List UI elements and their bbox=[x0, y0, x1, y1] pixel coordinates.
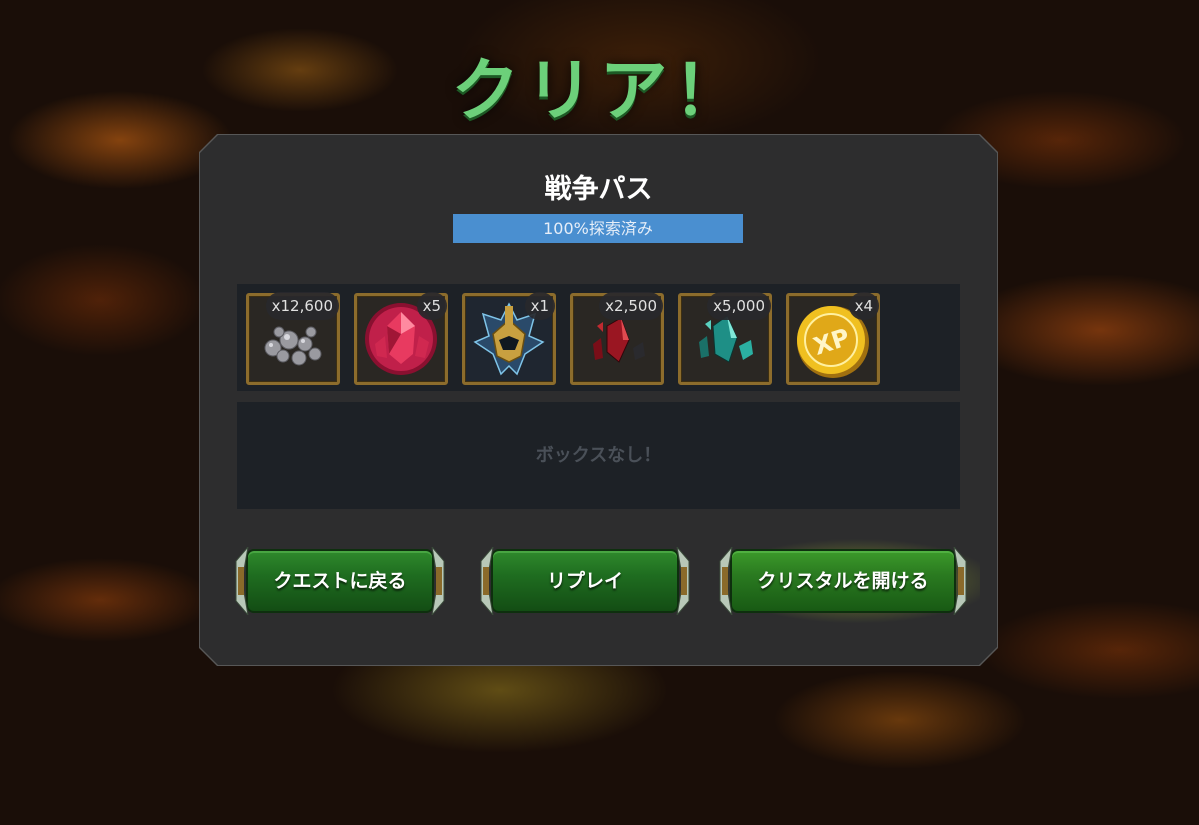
reward-quantity: x5 bbox=[416, 292, 447, 320]
reward-item[interactable]: x5,000 bbox=[678, 292, 772, 385]
button-label: クリスタルを開ける bbox=[757, 570, 929, 592]
reward-item[interactable]: x2,500 bbox=[570, 292, 664, 385]
open-crystal-button[interactable]: クリスタルを開ける bbox=[706, 535, 980, 627]
clear-title: クリア！ bbox=[451, 52, 748, 131]
exploration-progress-bar: 100%探索済み bbox=[453, 214, 743, 243]
replay-button[interactable]: リプレイ bbox=[477, 547, 693, 615]
no-boxes-text: ボックスなし！ bbox=[535, 445, 662, 466]
reward-item[interactable]: XP x4 bbox=[786, 292, 880, 385]
reward-item[interactable]: x5 bbox=[354, 292, 448, 385]
reward-quantity: x4 bbox=[848, 292, 879, 320]
back-to-quest-button[interactable]: クエストに戻る bbox=[232, 547, 448, 615]
reward-item[interactable]: x1 bbox=[462, 292, 556, 385]
results-panel: 戦争パス 100%探索済み x12,600 x5 x1 x2,500 x5,00… bbox=[200, 135, 997, 665]
reward-item[interactable]: x12,600 bbox=[246, 292, 340, 385]
panel-title: 戦争パス bbox=[544, 174, 653, 205]
button-label: リプレイ bbox=[546, 570, 623, 592]
button-label: クエストに戻る bbox=[273, 570, 407, 592]
progress-label: 100%探索済み bbox=[543, 219, 653, 238]
boxes-area: ボックスなし！ bbox=[237, 402, 960, 509]
reward-quantity: x5,000 bbox=[707, 292, 771, 320]
reward-quantity: x2,500 bbox=[599, 292, 663, 320]
reward-quantity: x1 bbox=[524, 292, 555, 320]
reward-quantity: x12,600 bbox=[265, 292, 339, 320]
rewards-strip: x12,600 x5 x1 x2,500 x5,000 XP x4 bbox=[237, 284, 960, 391]
